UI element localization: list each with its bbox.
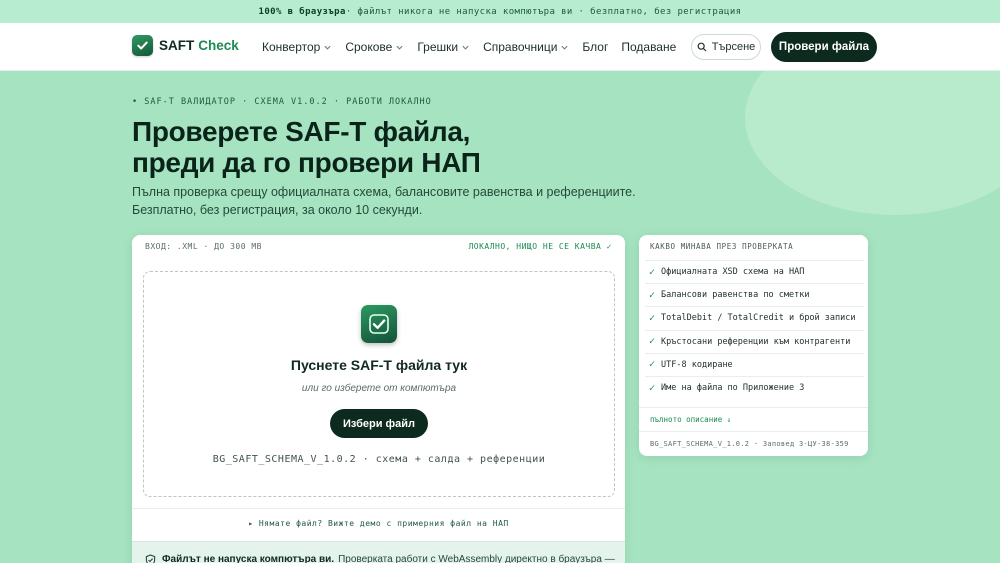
checkmark-icon: ✓ — [649, 382, 656, 394]
hero-subtitle-line-2: Безплатно, без регистрация, за около 10 … — [132, 203, 423, 217]
nav-item-label: Конвертор — [262, 40, 321, 54]
nav-item-label: Срокове — [345, 40, 393, 54]
checkmark-icon: ✓ — [649, 289, 656, 301]
full-description-link[interactable]: пълното описание ↓ — [639, 407, 868, 431]
logo-accent: Check — [198, 38, 239, 53]
checkmark-icon: ✓ — [649, 359, 656, 371]
checks-list: ✓ Официалната XSD схема на НАП ✓ Балансови… — [645, 260, 864, 399]
list-item: ✓ Балансови равенства по сметки — [645, 283, 864, 306]
list-item: ✓ UTF-8 кодиране — [645, 352, 864, 376]
schema-order-info: BG_SAFT_SCHEMA_V_1.0.2 · Заповед З-ЦУ-38… — [639, 431, 868, 456]
main-nav: Конвертор Срокове Грешки Справочници Бло… — [262, 23, 689, 71]
schema-info: BG_SAFT_SCHEMA_V_1.0.2 · схема + салда +… — [212, 454, 546, 465]
logo-main: SAFT — [159, 38, 195, 53]
search-icon — [697, 42, 707, 52]
list-item: ✓ Име на файла по Приложение 3 — [645, 375, 864, 399]
check-item-label: UTF-8 кодиране — [661, 359, 733, 370]
chevron-down-icon — [561, 45, 569, 50]
privacy-notice-bold: Файлът не напуска компютъра ви. — [162, 554, 335, 563]
page-title-line-2: преди да го провери НАП — [132, 147, 481, 178]
page-title: Проверете SAF-T файла, преди да го прове… — [132, 116, 692, 178]
check-item-label: Балансови равенства по сметки — [661, 290, 810, 301]
logo-text: SAFT Check — [159, 38, 239, 53]
nav-item-references[interactable]: Справочници — [483, 40, 569, 54]
hero-eyebrow: • SAF-T ВАЛИДАТОР · СХЕМА V1.0.2 · РАБОТ… — [132, 97, 432, 107]
hero-subtitle-line-1: Пълна проверка срещу официалната схема, … — [132, 185, 636, 199]
upload-input-info: ВХОД: .XML · ДО 300 MB — [145, 242, 262, 251]
checkmark-icon: ✓ — [649, 312, 656, 324]
nav-item-label: Грешки — [417, 40, 459, 54]
list-item: ✓ TotalDebit / TotalCredit и брой записи — [645, 306, 864, 329]
checks-heading: КАКВО МИНАВА ПРЕЗ ПРОВЕРКАТА — [650, 242, 794, 251]
logo[interactable]: SAFT Check — [132, 35, 239, 56]
nav-item-errors[interactable]: Грешки — [417, 40, 470, 54]
check-shield-icon — [132, 35, 153, 56]
shield-check-icon — [145, 554, 156, 563]
privacy-notice: Файлът не напуска компютъра ви. Проверкат… — [132, 541, 625, 563]
announcement-strong: 100% в браузъра — [258, 6, 346, 17]
demo-link[interactable]: ▸ Нямате файл? Вижте демо с примерния фа… — [132, 508, 625, 538]
check-item-label: Официалната XSD схема на НАП — [661, 267, 805, 278]
check-item-label: TotalDebit / TotalCredit и брой записи — [661, 313, 856, 324]
file-dropzone[interactable]: Пуснете SAF-T файла тук или го изберете … — [143, 271, 615, 497]
choose-file-button[interactable]: Избери файл — [330, 409, 428, 438]
check-badge-icon — [361, 305, 397, 343]
nav-item-label: Блог — [582, 40, 609, 54]
nav-item-deadlines[interactable]: Срокове — [345, 40, 404, 54]
chevron-down-icon — [462, 45, 469, 50]
nav-item-converter[interactable]: Конвертор — [262, 40, 332, 54]
privacy-notice-text: Проверката работи с WebAssembly директно… — [338, 554, 615, 563]
check-file-button[interactable]: Провери файла — [771, 32, 877, 62]
chevron-down-icon — [396, 45, 403, 50]
local-processing-badge: ЛОКАЛНО, НИЩО НЕ СЕ КАЧВА ✓ — [468, 242, 612, 251]
nav-item-submission[interactable]: Подаване — [621, 40, 676, 54]
announcement-text: · файлът никога не напуска компютъра ви … — [345, 6, 742, 17]
nav-item-blog[interactable]: Блог — [582, 40, 608, 54]
search-label: Търсене — [711, 41, 756, 53]
hero-subtitle: Пълна проверка срещу официалната схема, … — [132, 183, 652, 219]
announcement-bar: 100% в браузъра · файлът никога не напус… — [0, 0, 1000, 23]
dropzone-subtitle: или го изберете от компютъра — [301, 383, 457, 394]
check-item-label: Име на файла по Приложение 3 — [661, 383, 805, 394]
page-title-line-1: Проверете SAF-T файла, — [132, 116, 471, 147]
site-header: SAFT Check Конвертор Срокове Грешки Справ… — [0, 23, 1000, 71]
checkmark-icon: ✓ — [649, 266, 656, 278]
checkmark-icon: ✓ — [649, 336, 656, 348]
checks-card: КАКВО МИНАВА ПРЕЗ ПРОВЕРКАТА ✓ Официалнат… — [639, 235, 868, 456]
list-item: ✓ Официалната XSD схема на НАП — [645, 260, 864, 283]
search-button[interactable]: Търсене — [691, 34, 761, 60]
list-item: ✓ Кръстосани референции към контрагенти — [645, 329, 864, 353]
upload-card: ВХОД: .XML · ДО 300 MB ЛОКАЛНО, НИЩО НЕ … — [132, 235, 625, 563]
dropzone-title: Пуснете SAF-T файла тук — [290, 357, 468, 373]
nav-item-label: Подаване — [621, 40, 677, 54]
check-item-label: Кръстосани референции към контрагенти — [661, 336, 851, 347]
chevron-down-icon — [324, 45, 331, 50]
nav-item-label: Справочници — [483, 40, 558, 54]
